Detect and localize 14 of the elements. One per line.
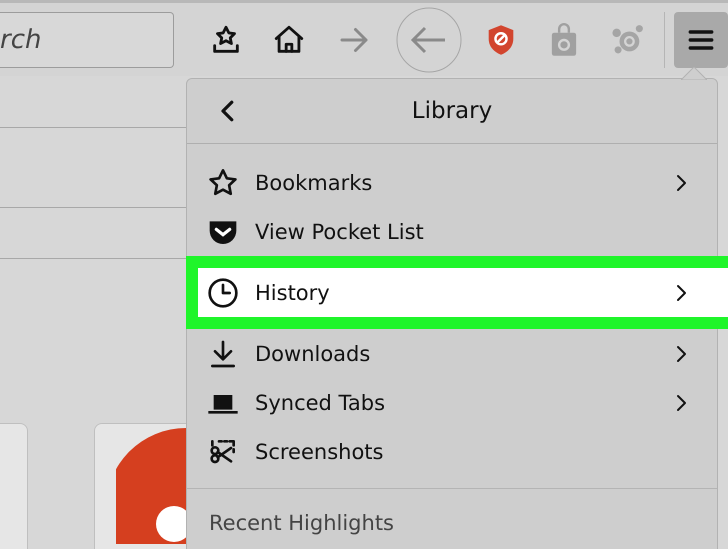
menu-item[interactable]: History <box>198 268 728 317</box>
splat-icon <box>611 22 646 56</box>
menu-item[interactable]: Bookmarks <box>187 158 717 207</box>
menu-item[interactable]: Screenshots <box>187 427 717 476</box>
section-heading: Recent Highlights <box>187 488 717 549</box>
shield-icon <box>486 24 516 56</box>
site-tile[interactable] <box>94 423 186 549</box>
menu-button[interactable] <box>674 12 728 68</box>
menu-item[interactable]: Synced Tabs <box>187 378 717 427</box>
menu-item[interactable]: View Pocket List <box>187 207 717 256</box>
clock-icon <box>207 276 239 308</box>
panel-title: Library <box>410 98 494 124</box>
menu-item[interactable]: Downloads <box>187 329 717 378</box>
search-field[interactable]: rch <box>0 12 174 68</box>
